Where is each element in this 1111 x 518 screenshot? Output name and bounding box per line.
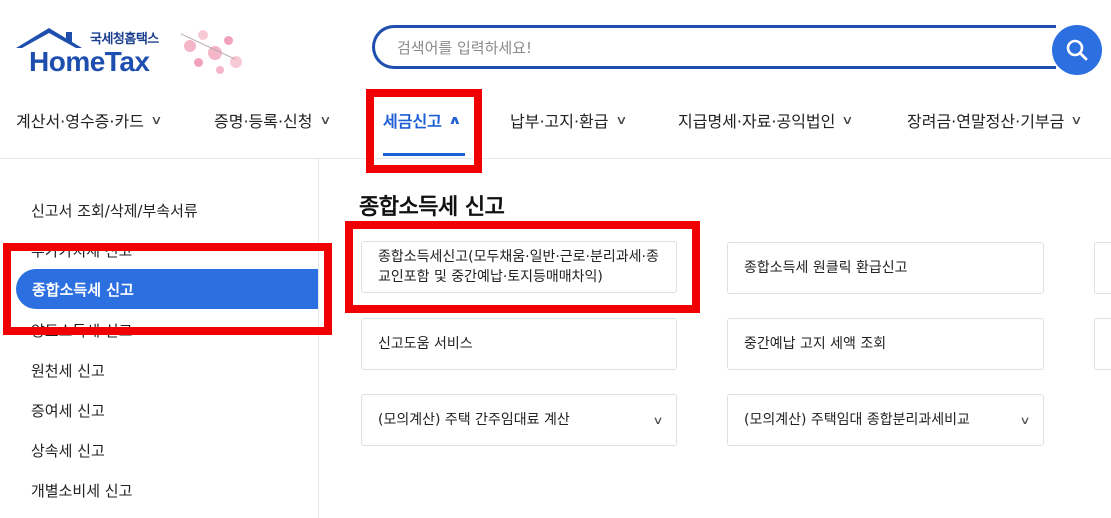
- sidebar-item-inheritance[interactable]: 상속세 신고: [31, 440, 105, 461]
- nav-item-statements[interactable]: 지급명세·자료·공익법인 ∨: [678, 108, 854, 132]
- main-nav: 계산서·영수증·카드 ∨ 증명·등록·신청 ∨ 세금신고 ∧ 납부·고지·환급 …: [0, 88, 1111, 159]
- search-bar: [372, 25, 1056, 69]
- chevron-down-icon: ∨: [1070, 113, 1083, 127]
- sidebar-item-gift-tax[interactable]: 증여세 신고: [31, 400, 105, 421]
- card-label: 신고도움 서비스: [378, 335, 473, 352]
- menu-card-partial[interactable]: [1094, 318, 1111, 370]
- sidebar-item-income-tax[interactable]: 종합소득세 신고: [16, 269, 318, 309]
- card-label: 종합소득세신고(모두채움·일반·근로·분리과세·종교인포함 및 중간예납·토지등…: [378, 248, 659, 285]
- chevron-down-icon: ∨: [652, 414, 664, 427]
- chevron-up-icon: ∧: [447, 113, 462, 127]
- chevron-down-icon: ∨: [1019, 414, 1031, 427]
- sidebar-item-capital-gains[interactable]: 양도소득세 신고: [31, 320, 132, 341]
- search-input[interactable]: [395, 29, 999, 67]
- search-button[interactable]: [1052, 25, 1102, 75]
- search-icon: [1066, 39, 1088, 61]
- sidebar-item-withholding[interactable]: 원천세 신고: [31, 360, 105, 381]
- cherry-blossom-icon: [174, 26, 249, 81]
- logo-subtitle: 국세청홈택스: [90, 32, 159, 47]
- nav-item-tax-return[interactable]: 세금신고 ∧: [383, 108, 462, 132]
- nav-item-payment[interactable]: 납부·고지·환급 ∨: [510, 108, 628, 132]
- menu-card-filing-help[interactable]: 신고도움 서비스: [361, 318, 677, 370]
- active-tab-indicator: [383, 153, 465, 156]
- sidebar-item-excise[interactable]: 개별소비세 신고: [31, 480, 132, 501]
- sidebar: 신고서 조회/삭제/부속서류 부가가치세 신고 종합소득세 신고 양도소득세 신…: [0, 159, 319, 518]
- hometax-logo[interactable]: 국세청홈택스 HomeTax: [14, 24, 254, 84]
- menu-card-income-tax-filing[interactable]: 종합소득세신고(모두채움·일반·근로·분리과세·종교인포함 및 중간예납·토지등…: [361, 241, 677, 293]
- menu-card-rental-taxation-compare[interactable]: (모의계산) 주택임대 종합분리과세비교 ∨: [727, 394, 1044, 446]
- chevron-down-icon: ∨: [841, 113, 854, 127]
- nav-item-receipts[interactable]: 계산서·영수증·카드 ∨: [16, 108, 163, 132]
- card-label: (모의계산) 주택 간주임대료 계산: [378, 411, 570, 428]
- nav-item-certificates[interactable]: 증명·등록·신청 ∨: [214, 108, 332, 132]
- nav-item-incentives[interactable]: 장려금·연말정산·기부금 ∨: [907, 108, 1083, 132]
- nav-item-label: 장려금·연말정산·기부금: [907, 112, 1065, 131]
- nav-item-label: 납부·고지·환급: [510, 112, 609, 131]
- nav-item-label: 계산서·영수증·카드: [16, 112, 144, 131]
- card-label: 중간예납 고지 세액 조회: [744, 335, 887, 352]
- chevron-down-icon: ∨: [150, 113, 163, 127]
- nav-item-label: 지급명세·자료·공익법인: [678, 112, 836, 131]
- chevron-down-icon: ∨: [318, 113, 332, 127]
- nav-item-label: 증명·등록·신청: [214, 112, 313, 131]
- menu-card-interim-tax-lookup[interactable]: 중간예납 고지 세액 조회: [727, 318, 1044, 370]
- sidebar-item-return-lookup[interactable]: 신고서 조회/삭제/부속서류: [31, 200, 198, 221]
- card-label: 종합소득세 원클릭 환급신고: [744, 259, 908, 276]
- menu-card-one-click-refund[interactable]: 종합소득세 원클릭 환급신고: [727, 242, 1044, 294]
- menu-card-partial[interactable]: [1094, 242, 1111, 294]
- menu-card-deemed-rent-calc[interactable]: (모의계산) 주택 간주임대료 계산 ∨: [361, 394, 677, 446]
- logo-brand: HomeTax: [29, 46, 150, 77]
- chevron-down-icon: ∨: [614, 113, 628, 127]
- sidebar-item-vat[interactable]: 부가가치세 신고: [31, 240, 132, 261]
- card-label: (모의계산) 주택임대 종합분리과세비교: [744, 411, 970, 428]
- page-title: 종합소득세 신고: [359, 195, 505, 220]
- nav-item-label: 세금신고: [383, 112, 442, 131]
